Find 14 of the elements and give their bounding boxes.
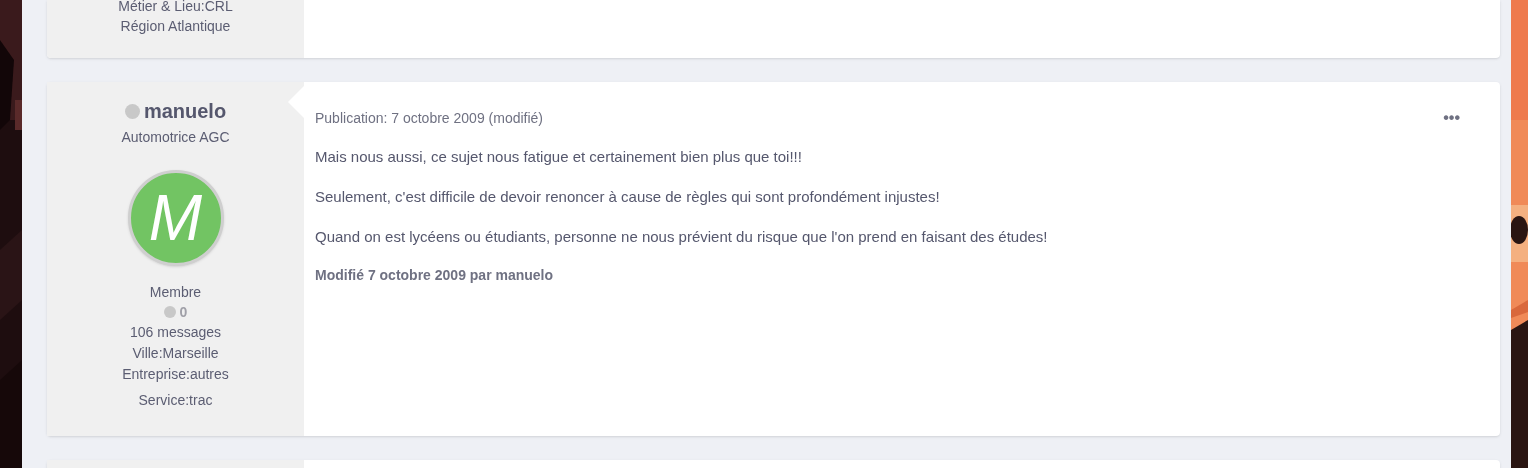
author-field: Service:trac	[138, 390, 213, 411]
post-paragraph: Seulement, c'est difficile de devoir renoncer à cause de règles qui sont profondément injustes!	[315, 187, 941, 207]
author-name[interactable]: manuelo	[143, 99, 227, 123]
author-title: Automotrice AGC	[121, 128, 230, 147]
author-field: Entreprise:autres	[122, 364, 229, 385]
author-field: 106 messages	[129, 322, 222, 343]
reputation-count: 0	[179, 303, 188, 322]
more-options-button[interactable]: •••	[1443, 110, 1460, 126]
author-field: Ville:Marseille	[132, 343, 219, 364]
post-paragraph: Quand on est lycéens ou étudiants, personne ne nous prévient du risque que l'on prend en faisant des études!	[315, 227, 1049, 247]
edit-note: Modifié 7 octobre 2009 par manuelo	[315, 266, 555, 285]
member-group: Membre	[149, 282, 202, 302]
post-date: Publication: 7 octobre 2009 (modifié)	[315, 109, 544, 128]
post-paragraph: Mais nous aussi, ce sujet nous fatigue et certainement bien plus que toi!!!	[315, 147, 803, 167]
